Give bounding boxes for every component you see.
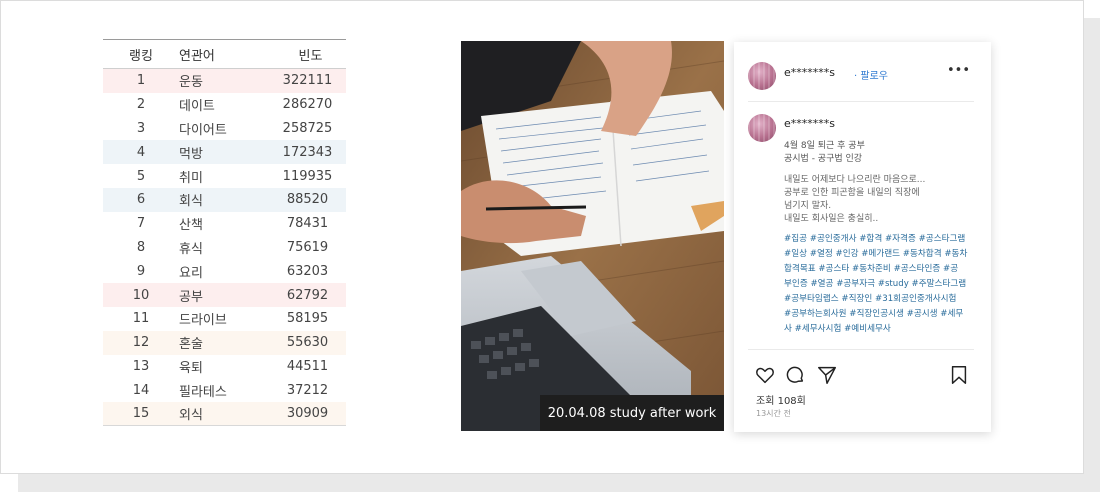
- word-cell: 공부: [179, 289, 203, 305]
- rank-cell: 7: [136, 216, 146, 232]
- follow-label: 팔로우: [860, 71, 888, 82]
- frequency-cell: 286270: [282, 97, 333, 113]
- table-row: 7 산책 78431: [103, 212, 346, 236]
- word-cell: 육퇴: [179, 360, 203, 376]
- caption-line: 공부로 인한 피곤함을 내일의 직장에: [784, 188, 920, 198]
- table-row: 13 육퇴 44511: [103, 355, 346, 379]
- table-row: 1 운동 322111: [103, 69, 346, 93]
- avatar[interactable]: [748, 62, 776, 90]
- hashtag-line[interactable]: #집공 #공인중개사 #합격 #자격증 #공스타그램: [784, 232, 965, 244]
- frequency-cell: 172343: [282, 144, 333, 160]
- word-cell: 드라이브: [179, 313, 227, 329]
- heart-icon[interactable]: [754, 364, 776, 386]
- header-username[interactable]: e*******s: [784, 66, 835, 79]
- header-rank: 랭킹: [129, 48, 153, 64]
- rank-cell: 15: [132, 406, 150, 422]
- body-avatar[interactable]: [748, 114, 776, 142]
- table-header: 랭킹 연관어 빈도: [103, 39, 346, 69]
- hashtag-line[interactable]: 사 #세무사시험 #예비세무사: [784, 322, 891, 334]
- post-actions: 조회 108회 13시간 전: [748, 349, 974, 429]
- rank-cell: 13: [132, 358, 150, 374]
- rank-cell: 9: [136, 263, 146, 279]
- photo-caption: 20.04.08 study after work: [540, 395, 724, 431]
- table-row: 6 회식 88520: [103, 187, 346, 212]
- rank-cell: 8: [136, 239, 146, 255]
- hashtag-line[interactable]: 부인증 #열공 #공부자극 #study #주말스타그램: [784, 277, 966, 289]
- table-row: 8 휴식 75619: [103, 236, 346, 260]
- frequency-cell: 62792: [286, 287, 329, 303]
- frequency-cell: 37212: [286, 382, 329, 398]
- bookmark-icon[interactable]: [948, 364, 970, 386]
- meta-line: 공시법 - 공구법 인강: [784, 154, 863, 164]
- frequency-cell: 88520: [286, 192, 329, 208]
- meta-line: 4월 8일 퇴근 후 공부: [784, 141, 865, 151]
- hashtag-line[interactable]: #공부타임랩스 #직장인 #31회공인중개사시험: [784, 292, 956, 304]
- frequency-cell: 55630: [286, 335, 329, 351]
- frequency-cell: 119935: [282, 168, 333, 184]
- content-card: 랭킹 연관어 빈도 1 운동 322111 2 데이트 286270 3 다이어트 258725…: [0, 0, 1084, 474]
- frequency-cell: 75619: [286, 239, 329, 255]
- table-body: 1 운동 322111 2 데이트 286270 3 다이어트 258725 4 먹방 172343 5…: [103, 69, 346, 426]
- word-cell: 산책: [179, 218, 203, 234]
- word-cell: 휴식: [179, 241, 203, 257]
- follow-button[interactable]: · 팔로우: [854, 67, 888, 82]
- keyword-ranking-table: 랭킹 연관어 빈도 1 운동 322111 2 데이트 286270 3 다이어트 258725…: [103, 39, 346, 426]
- table-row: 12 혼술 55630: [103, 330, 346, 355]
- rank-cell: 3: [136, 120, 146, 136]
- word-cell: 운동: [179, 75, 203, 91]
- word-cell: 먹방: [179, 146, 203, 162]
- frequency-cell: 30909: [286, 406, 329, 422]
- header-frequency: 빈도: [298, 48, 323, 64]
- table-row: 15 외식 30909: [103, 402, 346, 426]
- word-cell: 혼술: [179, 337, 203, 353]
- rank-cell: 11: [132, 311, 150, 327]
- table-row: 11 드라이브 58195: [103, 307, 346, 331]
- frequency-cell: 258725: [282, 120, 333, 136]
- rank-cell: 6: [136, 192, 146, 208]
- word-cell: 회식: [179, 194, 203, 210]
- rank-cell: 1: [136, 73, 146, 89]
- frequency-cell: 44511: [286, 358, 329, 374]
- post-photo: 20.04.08 study after work: [461, 41, 724, 431]
- table-row: 14 필라테스 37212: [103, 378, 346, 402]
- caption-line: 내일도 회사일은 충실히..: [784, 214, 879, 224]
- comment-icon[interactable]: [784, 364, 806, 386]
- rank-cell: 4: [136, 144, 146, 160]
- view-count: 조회 108회: [756, 396, 806, 407]
- rank-cell: 10: [132, 287, 150, 303]
- body-username[interactable]: e*******s: [784, 117, 835, 130]
- table-row: 3 다이어트 258725: [103, 117, 346, 141]
- frequency-cell: 322111: [282, 73, 333, 89]
- hashtag-line[interactable]: 합격목표 #공스타 #동차준비 #공스타인증 #공: [784, 262, 958, 274]
- table-row: 5 취미 119935: [103, 164, 346, 188]
- post-time: 13시간 전: [756, 409, 791, 418]
- rank-cell: 14: [132, 382, 150, 398]
- more-dots-icon[interactable]: •••: [947, 63, 970, 78]
- rank-cell: 2: [136, 97, 146, 113]
- table-row: 2 데이트 286270: [103, 93, 346, 117]
- caption-line: 내일도 어제보다 나으리란 마음으로...: [784, 175, 926, 185]
- rank-cell: 5: [136, 168, 146, 184]
- word-cell: 요리: [179, 265, 203, 281]
- instagram-post: e*******s · 팔로우 ••• e*******s 4월 8일 퇴근 후…: [734, 42, 991, 432]
- hashtag-line[interactable]: #일상 #열정 #인강 #메가랜드 #동차합격 #동차: [784, 247, 967, 259]
- header-word: 연관어: [179, 48, 215, 64]
- word-cell: 외식: [179, 408, 203, 424]
- word-cell: 다이어트: [179, 122, 227, 138]
- frequency-cell: 63203: [286, 263, 329, 279]
- share-icon[interactable]: [816, 364, 838, 386]
- frequency-cell: 78431: [286, 216, 329, 232]
- frequency-cell: 58195: [286, 311, 329, 327]
- caption-line: 넘기지 말자.: [784, 201, 832, 211]
- table-row: 10 공부 62792: [103, 283, 346, 307]
- rank-cell: 12: [132, 335, 150, 351]
- desk-study-image: [461, 41, 724, 431]
- table-row: 9 요리 63203: [103, 259, 346, 283]
- table-row: 4 먹방 172343: [103, 140, 346, 165]
- word-cell: 취미: [179, 170, 203, 186]
- post-header: e*******s · 팔로우 •••: [748, 62, 974, 102]
- word-cell: 데이트: [179, 99, 215, 115]
- word-cell: 필라테스: [179, 384, 227, 400]
- hashtag-line[interactable]: #공부하는회사원 #직장인공시생 #공시생 #세무: [784, 307, 963, 319]
